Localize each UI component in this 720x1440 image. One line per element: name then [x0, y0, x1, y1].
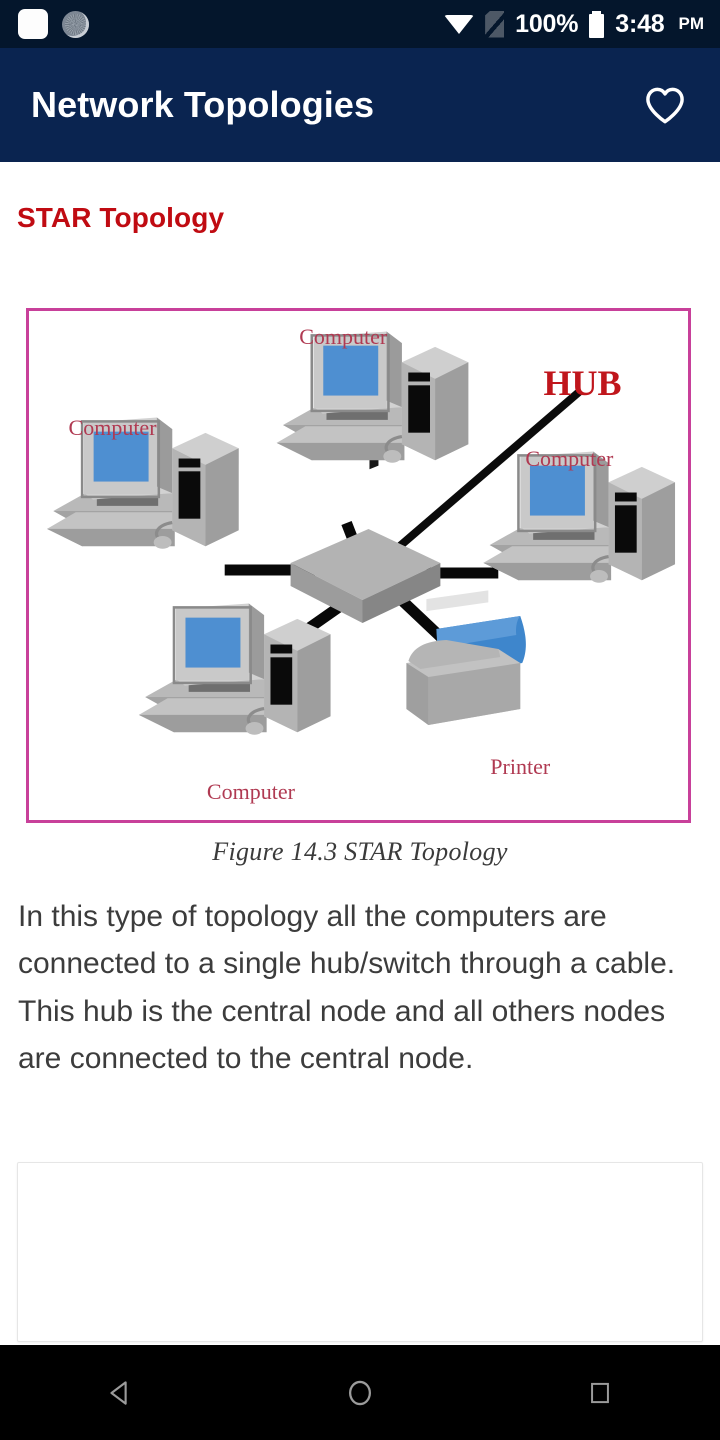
home-circle-icon: [348, 1380, 372, 1405]
content-area: STAR Topology Computer Computer Computer…: [0, 162, 720, 1345]
figure-caption: Figure 14.3 STAR Topology: [212, 837, 508, 866]
label-hub: HUB: [543, 362, 622, 403]
app-notification-icon: [18, 9, 48, 39]
battery-percent-label: 100%: [515, 9, 579, 38]
page-title: Network Topologies: [31, 84, 375, 125]
body-paragraph: In this type of topology all the compute…: [18, 900, 676, 1076]
clock-time: 3:48: [615, 9, 665, 38]
label-computer-left: Computer: [68, 415, 157, 441]
label-computer-bottom: Computer: [206, 779, 295, 805]
recents-square-icon: [591, 1382, 609, 1403]
figure-block: Computer Computer Computer Computer HUB …: [0, 308, 720, 867]
ad-placeholder-card[interactable]: [17, 1162, 703, 1342]
home-button[interactable]: [315, 1345, 405, 1440]
android-navigation-bar: [0, 1345, 720, 1440]
label-printer: Printer: [490, 753, 551, 779]
topology-diagram: Computer Computer Computer Computer HUB …: [26, 308, 691, 823]
printer-device: [406, 590, 526, 725]
battery-full-icon: [589, 10, 605, 38]
section-title: STAR Topology: [17, 202, 225, 233]
app-bar: Network Topologies: [0, 48, 720, 162]
back-button[interactable]: [75, 1345, 165, 1440]
heart-outline-icon: [646, 87, 684, 124]
computer-bottom: [137, 601, 333, 737]
label-computer-right: Computer: [525, 445, 614, 471]
computer-top: [275, 329, 470, 465]
back-triangle-icon: [110, 1380, 127, 1405]
status-bar: 100% 3:48 PM: [0, 0, 720, 48]
clock-period: PM: [678, 14, 705, 33]
wifi-icon: [444, 13, 475, 35]
recents-button[interactable]: [555, 1345, 645, 1440]
favorite-button[interactable]: [636, 76, 694, 134]
sync-progress-icon: [62, 10, 89, 38]
status-bar-system-icons: 100% 3:48 PM: [444, 9, 720, 40]
status-bar-notifications: [0, 9, 89, 39]
no-sim-icon: [483, 9, 510, 40]
phone-screen: 100% 3:48 PM Network Topologies STAR Top…: [0, 0, 720, 1440]
label-computer-top: Computer: [299, 324, 388, 350]
